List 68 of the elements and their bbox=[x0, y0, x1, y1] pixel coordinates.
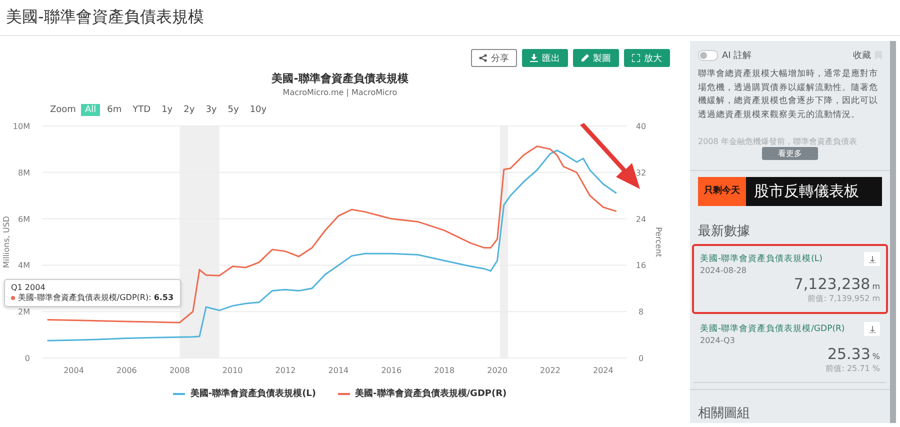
axis-tick-label: 2016 bbox=[381, 366, 402, 375]
axis-tick-label: 0 bbox=[638, 354, 644, 363]
download-button[interactable] bbox=[864, 252, 880, 266]
section-title: 相關圖組 bbox=[690, 389, 890, 422]
axis-tick-label: 4M bbox=[18, 261, 30, 270]
toolbar-button[interactable]: 放大 bbox=[624, 49, 670, 67]
download-icon bbox=[530, 54, 538, 62]
axis-tick-label: 2014 bbox=[328, 366, 349, 375]
toggle-switch[interactable] bbox=[698, 50, 718, 61]
chart-title: 美國-聯準會資產負債表規模 bbox=[270, 71, 410, 86]
previous-value: 前值: 7,139,952 m bbox=[808, 293, 880, 304]
axis-tick-label: 10M bbox=[12, 122, 30, 131]
toolbar-button[interactable]: 製圖 bbox=[573, 49, 619, 67]
chart-subtitle: MacroMicro.me | MacroMicro bbox=[282, 88, 398, 97]
legend-item[interactable]: 美國-聯準會資產負債表規模/GDP(R) bbox=[338, 387, 507, 400]
zoom-button[interactable]: 1y bbox=[158, 104, 177, 116]
axis-tick-label: 8 bbox=[638, 308, 644, 317]
axis-tick-label: 6M bbox=[18, 214, 30, 224]
axis-tick-label: 16 bbox=[636, 261, 646, 270]
zoom-label: Zoom bbox=[50, 105, 76, 115]
axis-title: Millions, USD bbox=[2, 216, 11, 268]
zoom-button[interactable]: 6m bbox=[103, 104, 126, 116]
axis-tick-label: 2020 bbox=[487, 366, 508, 375]
toolbar-button[interactable]: 匯出 bbox=[522, 49, 568, 67]
page-title: 美國-聯準會資產負債表規模 bbox=[6, 7, 204, 28]
toggle-label: AI 註解 bbox=[722, 50, 752, 62]
share-icon bbox=[479, 54, 487, 62]
series-link[interactable]: 美國-聯準會資產負債表規模(L) bbox=[700, 253, 822, 265]
zoom-button[interactable]: 3y bbox=[202, 104, 221, 116]
zoom-button[interactable]: 2y bbox=[180, 104, 199, 116]
ad-banner[interactable]: 只剩今天 股市反轉儀表板 bbox=[698, 177, 882, 206]
description-text: 2008 年金融危機爆發前，聯準會資產負債表 bbox=[698, 136, 858, 147]
axis-tick-label: 24 bbox=[636, 214, 646, 224]
previous-value: 前值: 25.71 % bbox=[826, 363, 880, 374]
toolbar-button[interactable]: 分享 bbox=[471, 49, 517, 67]
axis-tick-label: 2010 bbox=[222, 366, 243, 375]
favorite-label[interactable]: 收藏 bbox=[853, 49, 871, 62]
axis-tick-label: 2024 bbox=[593, 366, 614, 375]
axis-tick-label: 32 bbox=[636, 168, 646, 178]
zoom-button[interactable]: 5y bbox=[224, 104, 243, 116]
axis-tick-label: 2012 bbox=[275, 366, 296, 375]
pencil-icon bbox=[581, 54, 589, 62]
axis-tick-label: 2004 bbox=[64, 366, 84, 375]
legend-item[interactable]: 美國-聯準會資產負債表規模(L) bbox=[173, 387, 316, 400]
expand-icon bbox=[632, 54, 640, 62]
download-icon bbox=[868, 326, 876, 332]
axis-tick-label: 40 bbox=[636, 122, 646, 131]
zoom-button[interactable]: YTD bbox=[128, 104, 155, 116]
axis-tick-label: 2006 bbox=[116, 366, 137, 375]
value-text: 7,123,238 m bbox=[794, 275, 880, 293]
axis-tick-label: 2M bbox=[18, 308, 30, 317]
date-text: 2024-Q3 bbox=[700, 336, 736, 345]
more-button[interactable]: 看更多 bbox=[762, 147, 818, 160]
zoom-button[interactable]: 10y bbox=[246, 104, 271, 116]
download-icon bbox=[868, 256, 876, 262]
axis-tick-label: 2008 bbox=[169, 366, 190, 375]
chart-tooltip: Q1 2004 美國-聯準會資產負債表規模/GDP(R): 6.53 bbox=[4, 279, 181, 307]
series-link[interactable]: 美國-聯準會資產負債表規模/GDP(R) bbox=[700, 323, 845, 335]
download-button[interactable] bbox=[864, 322, 880, 336]
axis-tick-label: 8M bbox=[18, 168, 30, 178]
axis-tick-label: 2022 bbox=[540, 366, 560, 375]
axis-tick-label: 0 bbox=[24, 354, 30, 363]
value-text: 25.33% bbox=[827, 345, 880, 363]
description-text: 聯準會總資產規模大幅增加時，通常是應對市場危機，透過購買債券以緩解流動性。隨著危機緩解，總資產規模也會逐步下降，因此可以透過總資產規模來觀察美元的流動情況。 bbox=[698, 68, 879, 122]
axis-title: Percent bbox=[654, 226, 663, 258]
axis-tick-label: 2018 bbox=[434, 366, 455, 375]
date-text: 2024-08-28 bbox=[700, 266, 748, 275]
section-title: 最新數據 bbox=[697, 223, 751, 241]
